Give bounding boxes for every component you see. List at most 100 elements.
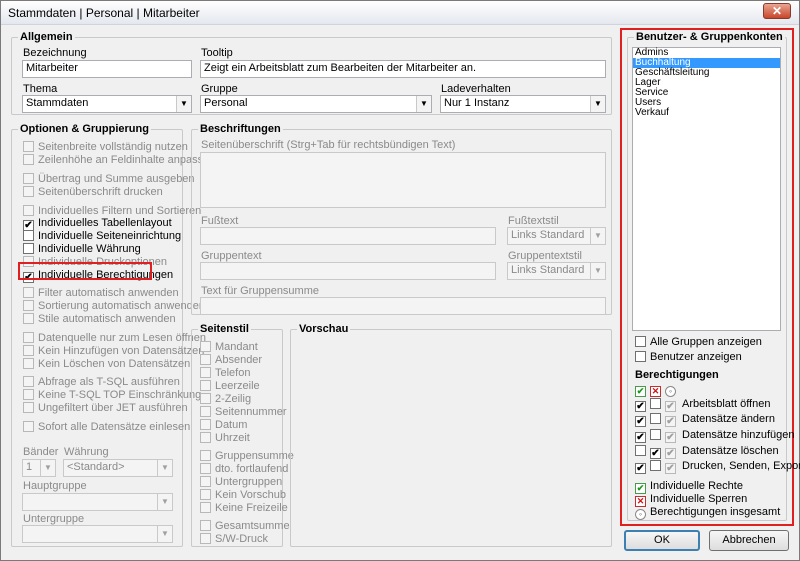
option-checkbox[interactable]: [23, 402, 34, 413]
option-row[interactable]: Zeilenhöhe an Feldinhalte anpassen: [23, 154, 215, 167]
option-row[interactable]: Seitenbreite vollständig nutzen: [23, 141, 188, 154]
option-checkbox[interactable]: [23, 173, 34, 184]
option-checkbox[interactable]: [23, 186, 34, 197]
chevron-down-icon[interactable]: ▼: [157, 494, 172, 510]
seitenstil-checkbox[interactable]: [200, 393, 211, 404]
seitenstil-checkbox[interactable]: [200, 354, 211, 365]
seitenstil-checkbox[interactable]: [200, 533, 211, 544]
baender-select[interactable]: 1 ▼: [22, 459, 56, 477]
alle-gruppen-checkbox[interactable]: [635, 336, 646, 347]
account-list-item[interactable]: Verkauf: [633, 108, 780, 118]
seitenstil-row[interactable]: Telefon: [200, 367, 250, 380]
ladeverhalten-select[interactable]: Nur 1 Instanz ▼: [440, 95, 606, 113]
option-checkbox[interactable]: [23, 154, 34, 165]
seitenstil-checkbox[interactable]: [200, 489, 211, 500]
chevron-down-icon[interactable]: ▼: [416, 96, 431, 112]
seitenstil-row[interactable]: Kein Vorschub: [200, 489, 286, 502]
seitenstil-row[interactable]: Seitennummer: [200, 406, 287, 419]
permission-checkbox[interactable]: ✔: [650, 448, 661, 459]
gruppensumme-text-input[interactable]: [200, 297, 606, 315]
seitenstil-checkbox[interactable]: [200, 341, 211, 352]
benutzer-anzeigen-checkbox[interactable]: [635, 351, 646, 362]
option-row[interactable]: Keine T-SQL TOP Einschränkung: [23, 389, 201, 402]
option-checkbox[interactable]: [23, 332, 34, 343]
seitenstil-checkbox[interactable]: [200, 419, 211, 430]
accounts-listbox[interactable]: Admins Buchhaltung Geschäftsleitung Lager Se…: [632, 47, 781, 331]
option-checkbox[interactable]: [23, 205, 34, 216]
seitenstil-checkbox[interactable]: [200, 432, 211, 443]
permission-checkbox[interactable]: ✔: [635, 432, 646, 443]
gruppe-select[interactable]: Personal ▼: [200, 95, 432, 113]
seitenstil-row[interactable]: Gesamtsumme: [200, 520, 290, 533]
tooltip-input[interactable]: Zeigt ein Arbeitsblatt zum Bearbeiten de…: [200, 60, 606, 78]
fusstext-input[interactable]: [200, 227, 496, 245]
seitenstil-row[interactable]: Mandant: [200, 341, 258, 354]
option-checkbox[interactable]: [23, 141, 34, 152]
option-row[interactable]: Stile automatisch anwenden: [23, 313, 176, 326]
option-row[interactable]: Ungefiltert über JET ausführen: [23, 402, 188, 415]
option-row[interactable]: Sofort alle Datensätze einlesen: [23, 421, 190, 434]
seitenstil-checkbox[interactable]: [200, 476, 211, 487]
option-row[interactable]: Datenquelle nur zum Lesen öffnen: [23, 332, 206, 345]
option-row[interactable]: Übertrag und Summe ausgeben: [23, 173, 195, 186]
chevron-down-icon[interactable]: ▼: [157, 526, 172, 542]
close-button[interactable]: ✕: [763, 3, 791, 19]
chevron-down-icon[interactable]: ▼: [590, 228, 605, 244]
permission-checkbox[interactable]: [635, 445, 646, 456]
seitenstil-row[interactable]: dto. fortlaufend: [200, 463, 288, 476]
option-row[interactable]: Seitenüberschrift drucken: [23, 186, 163, 199]
permission-checkbox[interactable]: ✔: [665, 432, 676, 443]
option-checkbox[interactable]: [23, 376, 34, 387]
bezeichnung-input[interactable]: Mitarbeiter: [22, 60, 192, 78]
option-row[interactable]: Individuelle Seiteneinrichtung: [23, 230, 181, 243]
gruppentextstil-select[interactable]: Links Standard ▼: [507, 262, 606, 280]
gruppentext-input[interactable]: [200, 262, 496, 280]
seitenstil-row[interactable]: Gruppensumme: [200, 450, 294, 463]
seitenstil-checkbox[interactable]: [200, 367, 211, 378]
permission-checkbox[interactable]: [650, 460, 661, 471]
seitenstil-row[interactable]: Leerzeile: [200, 380, 260, 393]
permission-checkbox[interactable]: ✔: [665, 448, 676, 459]
abbrechen-button[interactable]: Abbrechen: [709, 530, 789, 551]
permission-checkbox[interactable]: [650, 398, 661, 409]
untergruppe-select[interactable]: ▼: [22, 525, 173, 543]
option-row[interactable]: Filter automatisch anwenden: [23, 287, 179, 300]
benutzer-anzeigen-checkbox-row[interactable]: Benutzer anzeigen: [635, 351, 742, 364]
option-checkbox[interactable]: [23, 230, 34, 241]
option-checkbox[interactable]: [23, 243, 34, 254]
seitenstil-row[interactable]: Untergruppen: [200, 476, 282, 489]
waehrung-select[interactable]: <Standard> ▼: [63, 459, 173, 477]
permission-checkbox[interactable]: [650, 413, 661, 424]
option-row[interactable]: Kein Hinzufügen von Datensätzen: [23, 345, 204, 358]
alle-gruppen-checkbox-row[interactable]: Alle Gruppen anzeigen: [635, 336, 762, 349]
option-row[interactable]: Abfrage als T-SQL ausführen: [23, 376, 180, 389]
seitenstil-row[interactable]: S/W-Druck: [200, 533, 268, 546]
chevron-down-icon[interactable]: ▼: [590, 263, 605, 279]
seitenstil-checkbox[interactable]: [200, 463, 211, 474]
option-checkbox[interactable]: [23, 313, 34, 324]
permission-checkbox[interactable]: ✔: [635, 416, 646, 427]
option-checkbox[interactable]: [23, 389, 34, 400]
chevron-down-icon[interactable]: ▼: [157, 460, 172, 476]
option-row[interactable]: Individuelle Währung: [23, 243, 141, 256]
fusstextstil-select[interactable]: Links Standard ▼: [507, 227, 606, 245]
seitenstil-row[interactable]: Absender: [200, 354, 262, 367]
hauptgruppe-select[interactable]: ▼: [22, 493, 173, 511]
seitenstil-row[interactable]: 2-Zeilig: [200, 393, 251, 406]
seitenstil-row[interactable]: Keine Freizeile: [200, 502, 288, 515]
permission-checkbox[interactable]: ✔: [635, 401, 646, 412]
seitenstil-checkbox[interactable]: [200, 520, 211, 531]
chevron-down-icon[interactable]: ▼: [176, 96, 191, 112]
seitenstil-checkbox[interactable]: [200, 380, 211, 391]
permission-checkbox[interactable]: ✔: [665, 401, 676, 412]
permission-checkbox[interactable]: ✔: [665, 416, 676, 427]
thema-select[interactable]: Stammdaten ▼: [22, 95, 192, 113]
option-checkbox[interactable]: [23, 358, 34, 369]
option-checkbox[interactable]: [23, 421, 34, 432]
option-checkbox[interactable]: [23, 287, 34, 298]
title-bar[interactable]: Stammdaten | Personal | Mitarbeiter ✕: [1, 1, 799, 25]
chevron-down-icon[interactable]: ▼: [40, 460, 55, 476]
chevron-down-icon[interactable]: ▼: [590, 96, 605, 112]
seitenstil-checkbox[interactable]: [200, 502, 211, 513]
option-row[interactable]: Kein Löschen von Datensätzen: [23, 358, 190, 371]
